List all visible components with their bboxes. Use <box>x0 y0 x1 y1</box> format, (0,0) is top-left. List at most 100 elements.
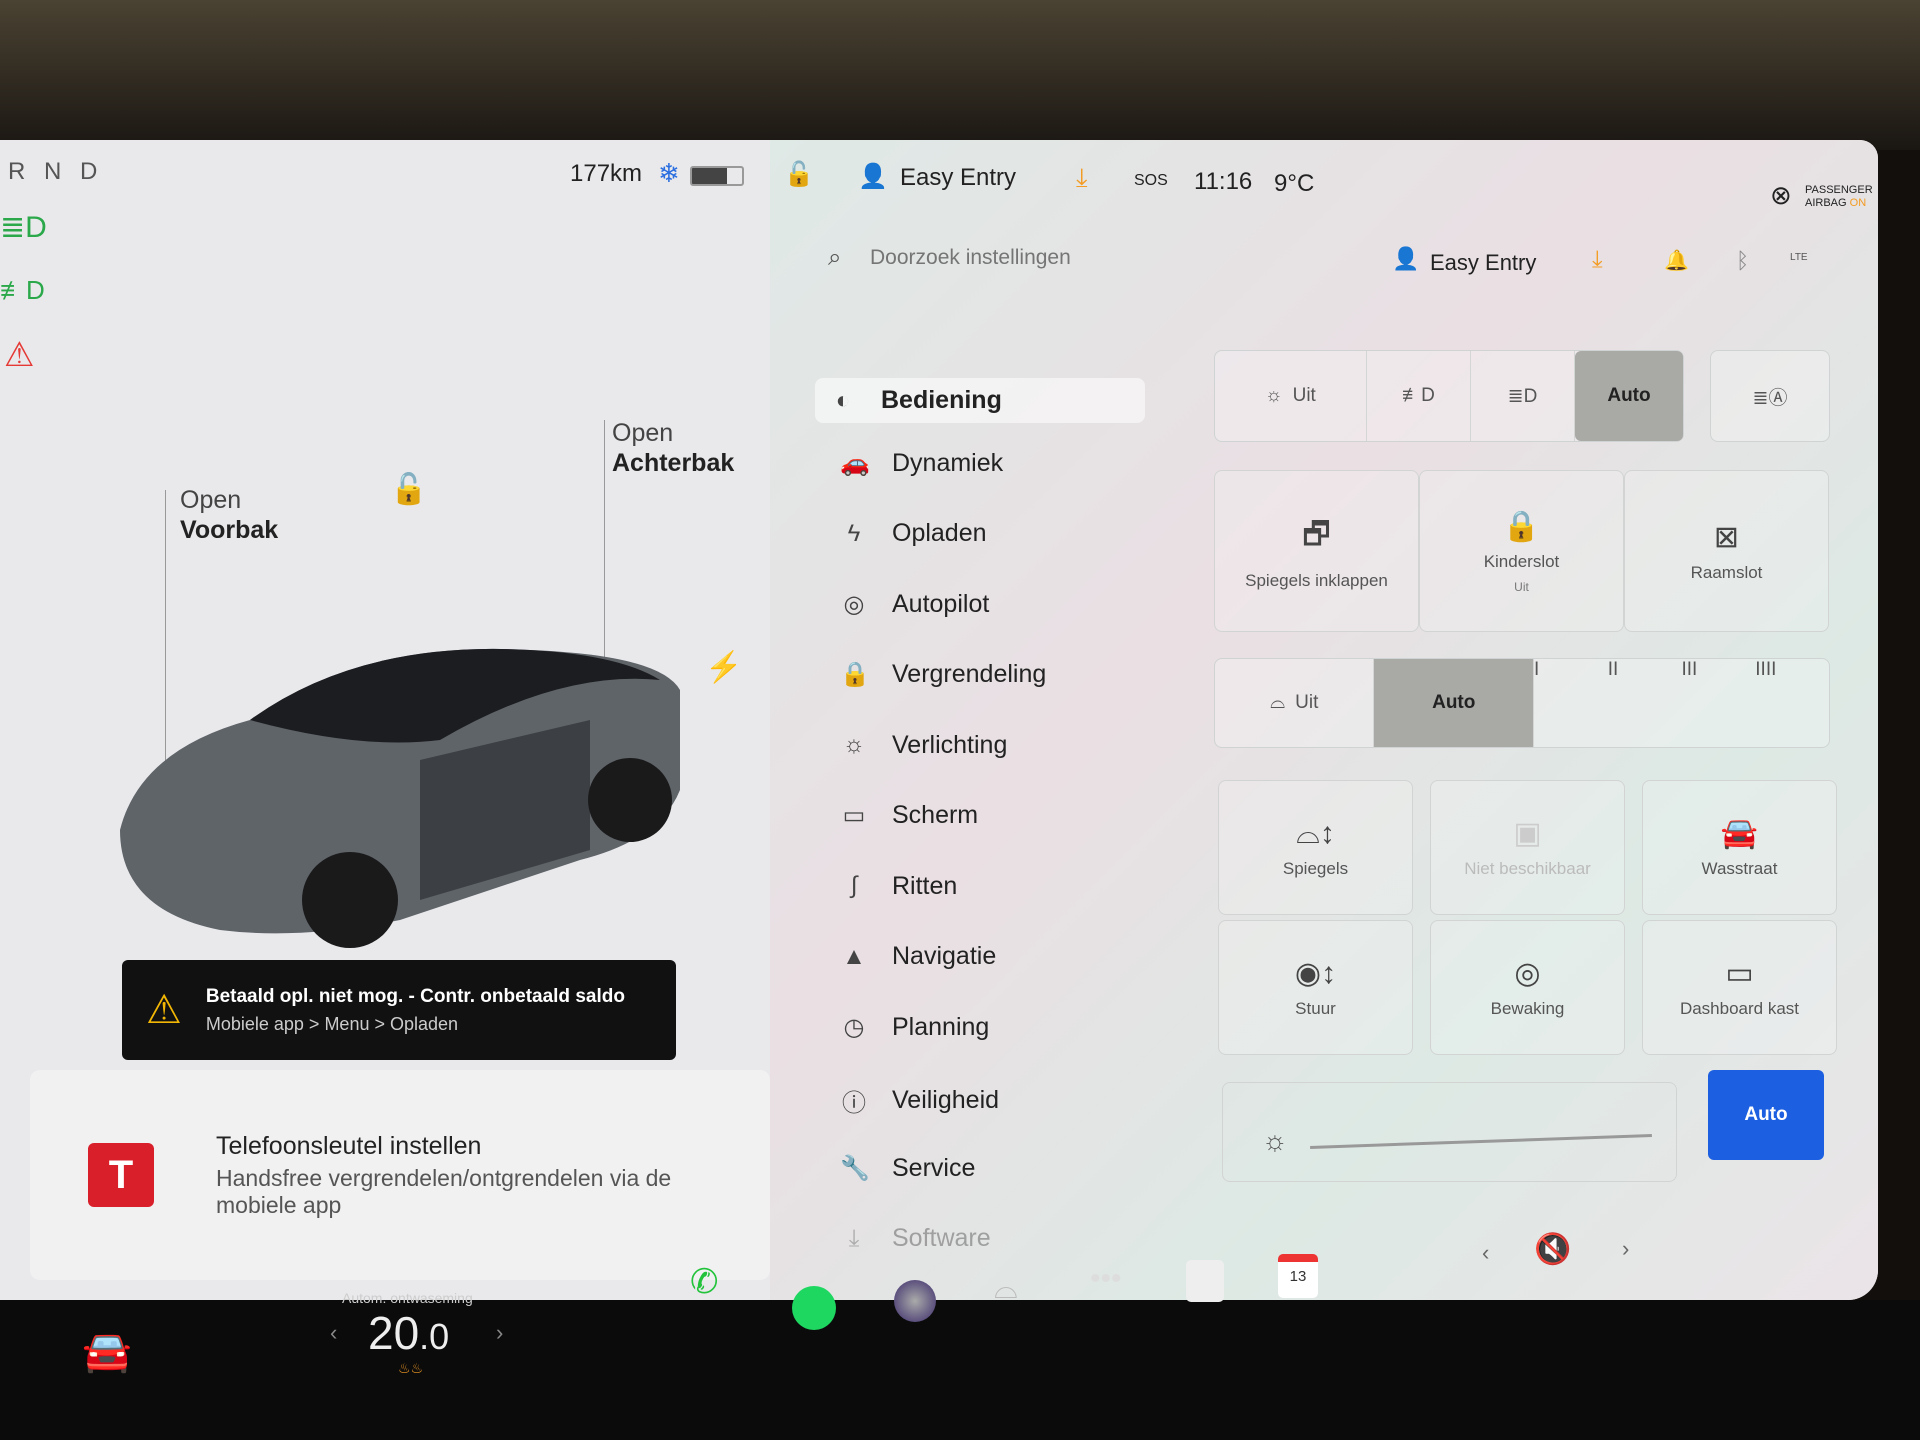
volume-up-icon[interactable]: › <box>1622 1236 1629 1262</box>
temp-down-icon[interactable]: ‹ <box>330 1320 337 1346</box>
car-icon[interactable]: 🚘 <box>82 1328 132 1375</box>
menu-item-label: Vergrendeling <box>892 660 1047 688</box>
profile-name[interactable]: Easy Entry <box>900 164 1016 192</box>
menu-item-veiligheid[interactable]: ⓘ Veiligheid <box>840 1083 999 1118</box>
mirror-adjust-icon: ⌓↕ <box>1296 816 1335 850</box>
open-trunk-button[interactable]: Open Achterbak <box>612 418 734 478</box>
volume-down-icon[interactable]: ‹ <box>1482 1240 1489 1266</box>
glovebox-icon: ▭ <box>1725 957 1754 990</box>
alert-subtitle: Mobiele app > Menu > Opladen <box>205 1013 459 1034</box>
wiper-speed-2[interactable]: II <box>1608 659 1682 747</box>
outside-temperature: 9°C <box>1274 170 1315 197</box>
navigation-icon: ▲ <box>842 942 866 970</box>
settings-profile-name[interactable]: Easy Entry <box>1430 250 1536 276</box>
brightness-slider-container <box>1222 1082 1677 1182</box>
parking-lights-option[interactable]: ≢D <box>1367 351 1471 441</box>
tile-dashboard-kast[interactable]: ▭ Dashboard kast <box>1642 920 1837 1055</box>
seatbelt-warning-icon: ⚠ <box>4 336 35 374</box>
wiper-off[interactable]: ⌓ Uit <box>1215 659 1375 747</box>
menu-item-autopilot[interactable]: ◎ Autopilot <box>840 589 990 619</box>
cabin-temperature[interactable]: 20.0 <box>368 1306 449 1360</box>
menu-item-software[interactable]: ⤓ Software <box>840 1224 991 1253</box>
phone-key-card[interactable]: T Telefoonsleutel instellen Handsfree ver… <box>30 1070 770 1280</box>
tile-niet-beschikbaar: ▣ Niet beschikbaar <box>1430 780 1625 915</box>
spotify-icon[interactable] <box>792 1286 836 1330</box>
steering-adjust-icon: ◉↕ <box>1294 957 1337 990</box>
menu-item-dynamiek[interactable]: 🚗 Dynamiek <box>840 449 1003 478</box>
menu-item-label: Opladen <box>892 519 987 547</box>
tile-label: Kinderslot <box>1483 551 1560 571</box>
phone-icon[interactable]: ✆ <box>690 1262 719 1302</box>
temp-up-icon[interactable]: › <box>496 1320 503 1346</box>
toybox-icon[interactable] <box>1186 1260 1224 1302</box>
sentry-icon: ◎ <box>1514 957 1541 990</box>
tile-spiegels[interactable]: ⌓↕ Spiegels <box>1218 780 1413 915</box>
menu-item-navigatie[interactable]: ▲ Navigatie <box>840 942 996 971</box>
passenger-airbag-status: PASSENGER AIRBAG ON <box>1805 184 1873 210</box>
menu-item-label: Planning <box>892 1012 990 1041</box>
menu-item-opladen[interactable]: ϟ Opladen <box>840 519 987 548</box>
settings-search-input[interactable] <box>870 240 1270 276</box>
charging-alert[interactable]: ⚠ Betaald opl. niet mog. - Contr. onbeta… <box>122 960 676 1060</box>
menu-item-label: Ritten <box>892 871 958 900</box>
sos-icon[interactable]: SOS <box>1134 172 1168 190</box>
bluetooth-icon[interactable]: ᛒ <box>1736 248 1749 274</box>
tile-sublabel: Uit <box>1514 579 1529 594</box>
tile-bewaking[interactable]: ◎ Bewaking <box>1430 920 1625 1055</box>
car-unlock-icon[interactable]: 🔓 <box>390 472 427 507</box>
settings-download-icon[interactable]: ⤓ <box>1592 246 1603 274</box>
gear-indicator: R N D <box>8 158 104 185</box>
seat-heater-icon[interactable]: ♨♨ <box>398 1360 423 1377</box>
download-icon[interactable]: ⤓ <box>1076 162 1088 194</box>
mute-icon[interactable]: 🔇 <box>1534 1232 1571 1267</box>
wiper-speed-1[interactable]: I <box>1534 659 1608 747</box>
wiper-speed-4[interactable]: IIII <box>1755 659 1829 747</box>
tile-spiegels-inklappen[interactable]: 🗗 Spiegels inklappen <box>1214 470 1419 632</box>
tile-kinderslot[interactable]: 🔒 Kinderslot Uit <box>1419 470 1624 632</box>
tesla-logo-icon: T <box>88 1143 154 1207</box>
menu-item-planning[interactable]: ◷ Planning <box>840 1012 990 1042</box>
wiper-dock-icon[interactable]: ⌓ <box>994 1272 1018 1306</box>
menu-item-ritten[interactable]: ∫ Ritten <box>840 871 958 901</box>
menu-item-vergrendeling[interactable]: 🔒 Vergrendeling <box>840 660 1046 689</box>
menu-item-verlichting[interactable]: ☼ Verlichting <box>840 731 1007 760</box>
trips-icon: ∫ <box>850 872 858 899</box>
menu-item-bediening[interactable]: ◐ Bediening <box>815 378 1145 423</box>
bell-icon[interactable]: 🔔 <box>1664 248 1689 273</box>
tile-stuur[interactable]: ◉↕ Stuur <box>1218 920 1413 1055</box>
headlight-auto[interactable]: Auto <box>1575 351 1683 441</box>
frunk-label-1: Open <box>180 486 242 514</box>
airbag-line2: AIRBAG <box>1805 197 1847 209</box>
menu-item-service[interactable]: 🔧 Service <box>840 1154 975 1183</box>
more-apps-icon[interactable]: ••• <box>1090 1262 1122 1296</box>
camera-icon[interactable] <box>894 1280 936 1322</box>
tile-label: Niet beschikbaar <box>1464 859 1591 878</box>
airbag-state: ON <box>1849 197 1867 209</box>
schedule-icon: ◷ <box>843 1013 865 1041</box>
charge-port-icon[interactable]: ⚡ <box>705 650 742 685</box>
unlock-icon[interactable]: 🔓 <box>784 160 814 189</box>
low-beam-option[interactable]: ≣D <box>1471 351 1575 441</box>
open-frunk-button[interactable]: Open Voorbak <box>180 485 278 545</box>
brightness-auto-button[interactable]: Auto <box>1708 1070 1824 1160</box>
safety-icon: ⓘ <box>842 1090 866 1117</box>
wiper-selector: ⌓ Uit Auto I II III IIII <box>1214 658 1830 748</box>
wiper-speed-3[interactable]: III <box>1682 659 1756 747</box>
temp-int: 20 <box>368 1307 420 1359</box>
tile-wasstraat[interactable]: 🚘 Wasstraat <box>1642 780 1837 915</box>
display-icon: ▭ <box>842 802 866 829</box>
wiper-auto[interactable]: Auto <box>1374 659 1534 747</box>
headlight-auto-label: Auto <box>1607 385 1651 406</box>
menu-item-label: Autopilot <box>892 589 990 618</box>
tile-label: Stuur <box>1295 999 1336 1018</box>
menu-item-scherm[interactable]: ▭ Scherm <box>840 801 978 830</box>
tile-raamslot[interactable]: ⊠ Raamslot <box>1624 470 1829 632</box>
range: 177km <box>570 160 643 187</box>
brightness-icon: ☼ <box>1262 1125 1288 1156</box>
calendar-icon[interactable]: 13 <box>1278 1254 1318 1298</box>
auto-high-beam-button[interactable]: ≣Ⓐ <box>1710 350 1830 442</box>
headlight-off[interactable]: ☼ Uit <box>1215 351 1367 441</box>
tile-label: Spiegels inklappen <box>1245 570 1388 590</box>
search-icon: ⌕ <box>828 244 842 271</box>
download-icon: ⤓ <box>848 1224 860 1252</box>
